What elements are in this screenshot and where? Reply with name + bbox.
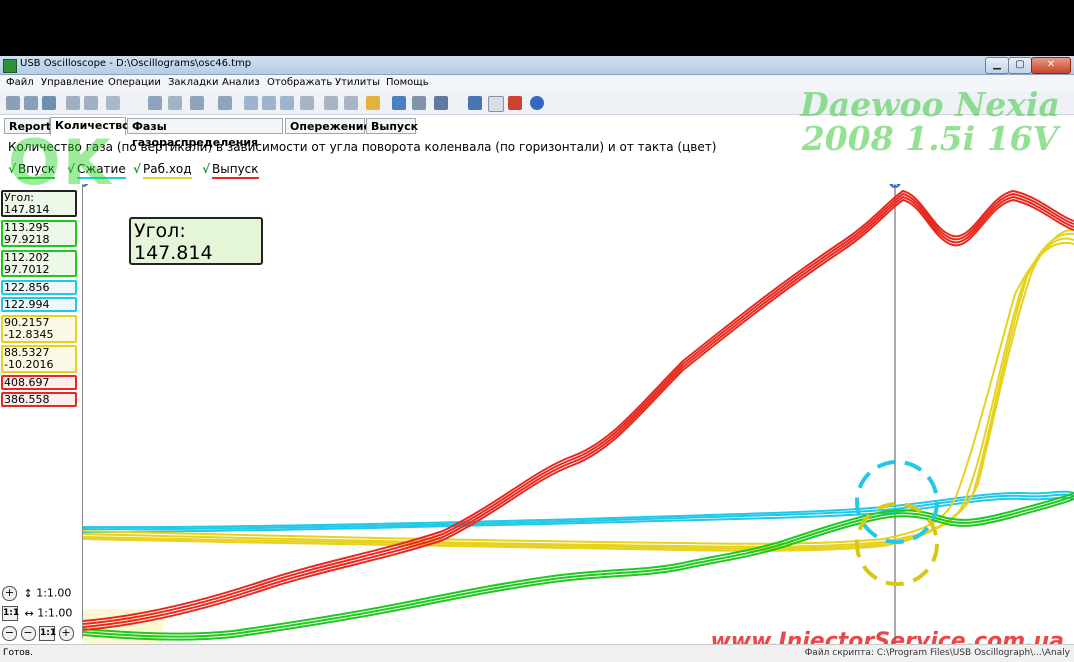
image-icon[interactable]: [468, 96, 482, 110]
check-icon: √: [202, 162, 211, 176]
car-model-watermark: Daewoo Nexia 2008 1.5i 16V: [795, 88, 1065, 156]
car-model-line2: 2008 1.5i 16V: [801, 119, 1059, 158]
values-panel: Угол: 147.814 113.295 97.9218 112.202 97…: [0, 184, 83, 641]
angle-label: Угол:: [134, 220, 186, 242]
arrow-down-icon[interactable]: [392, 96, 406, 110]
menu-analysis[interactable]: Анализ: [222, 77, 260, 88]
close-button[interactable]: ✕: [1031, 57, 1071, 74]
check-next-icon[interactable]: [280, 96, 294, 110]
menu-help[interactable]: Помощь: [386, 77, 429, 88]
intake-value-box: 113.295 97.9218: [1, 220, 77, 247]
cursor-a-label: A: [893, 184, 898, 188]
list-icon[interactable]: [300, 96, 314, 110]
status-bar: Готов. Файл скрипта: C:\Program Files\US…: [0, 644, 1074, 662]
paste-icon[interactable]: [84, 96, 98, 110]
menu-file[interactable]: Файл: [6, 77, 34, 88]
minimize-button[interactable]: ▁: [985, 57, 1009, 74]
copy-icon[interactable]: [66, 96, 80, 110]
intake-value-box: 112.202 97.7012: [1, 250, 77, 277]
status-left: Готов.: [3, 648, 33, 658]
menu-control[interactable]: Управление: [41, 77, 104, 88]
legend-power[interactable]: √ Раб.ход: [133, 162, 192, 179]
title-bar: USB Oscilloscope - D:\Oscillograms\osc46…: [0, 56, 1074, 75]
angle-readout: Угол: 147.814: [129, 217, 263, 265]
compression-value-box: 122.994: [1, 297, 77, 312]
save-icon[interactable]: [42, 96, 56, 110]
intake-traces: [83, 492, 1074, 641]
ok-watermark: OK: [8, 126, 113, 199]
angle-value: 147.814: [134, 242, 213, 264]
x-zoom-row: 1:1 ↔ 1:1.00: [2, 606, 72, 621]
cut-icon[interactable]: [106, 96, 120, 110]
trash-icon[interactable]: [412, 96, 426, 110]
reset-zoom-icon[interactable]: 1:1: [39, 626, 56, 641]
zoom-out-button[interactable]: −: [2, 626, 17, 641]
folder-icon[interactable]: [366, 96, 380, 110]
table-icon[interactable]: [344, 96, 358, 110]
zoom-in-x-button[interactable]: +: [58, 626, 74, 641]
check-icon[interactable]: [244, 96, 258, 110]
power-value-box: 90.2157 -12.8345: [1, 315, 77, 343]
new-icon[interactable]: [6, 96, 20, 110]
page-icon[interactable]: [488, 96, 504, 112]
flag-icon[interactable]: [218, 96, 232, 110]
status-right: Файл скрипта: C:\Program Files\USB Oscil…: [804, 648, 1070, 658]
open-icon[interactable]: [24, 96, 38, 110]
tab-exhaust[interactable]: Выпуск: [366, 118, 418, 134]
tab-advance[interactable]: Опережение: [285, 118, 371, 134]
filter-icon[interactable]: [190, 96, 204, 110]
marker-icon[interactable]: [168, 96, 182, 110]
grid-icon[interactable]: [324, 96, 338, 110]
menu-bookmarks[interactable]: Закладки: [168, 77, 219, 88]
fit-icon[interactable]: 1:1: [2, 606, 19, 621]
menu-operations[interactable]: Операции: [108, 77, 161, 88]
zoom-controls: − − 1:1 +: [2, 626, 74, 641]
layout-icon[interactable]: [434, 96, 448, 110]
y-zoom-arrow-icon: ↕: [23, 586, 33, 600]
y-zoom-value: 1:1.00: [36, 586, 72, 600]
y-zoom-row: + ↕ 1:1.00: [2, 586, 71, 601]
window-title: USB Oscilloscope - D:\Oscillograms\osc46…: [20, 58, 252, 69]
plot-area[interactable]: B A: [83, 184, 1074, 644]
oscilloscope-window: USB Oscilloscope - D:\Oscillograms\osc46…: [0, 56, 1074, 662]
menu-utilities[interactable]: Утилиты: [335, 77, 380, 88]
legend-label: Выпуск: [212, 162, 259, 179]
delete-icon[interactable]: [508, 96, 522, 110]
zoom-out-x-button[interactable]: −: [20, 626, 36, 641]
car-model-line1: Daewoo Nexia: [800, 85, 1060, 124]
x-zoom-value: 1:1.00: [37, 606, 73, 620]
exhaust-value-box: 408.697: [1, 375, 77, 390]
check-all-icon[interactable]: [262, 96, 276, 110]
power-value-box: 88.5327 -10.2016: [1, 345, 77, 373]
check-icon: √: [133, 162, 142, 176]
compression-value-box: 122.856: [1, 280, 77, 295]
tab-valve-timing[interactable]: Фазы газораспределения: [127, 118, 283, 149]
chart-description: Количество газа (по вертикали) в зависим…: [8, 140, 717, 154]
zoom-in-y-button[interactable]: +: [2, 586, 17, 601]
app-icon: [3, 59, 17, 73]
help-icon[interactable]: [530, 96, 544, 110]
legend-label: Раб.ход: [143, 162, 192, 179]
menu-display[interactable]: Отображать: [267, 77, 332, 88]
cursor-icon[interactable]: [148, 96, 162, 110]
exhaust-value-box: 386.558: [1, 392, 77, 407]
maximize-button[interactable]: ▢: [1008, 57, 1032, 74]
x-zoom-arrow-icon: ↔: [24, 606, 34, 620]
legend-exhaust[interactable]: √ Выпуск: [202, 162, 259, 179]
